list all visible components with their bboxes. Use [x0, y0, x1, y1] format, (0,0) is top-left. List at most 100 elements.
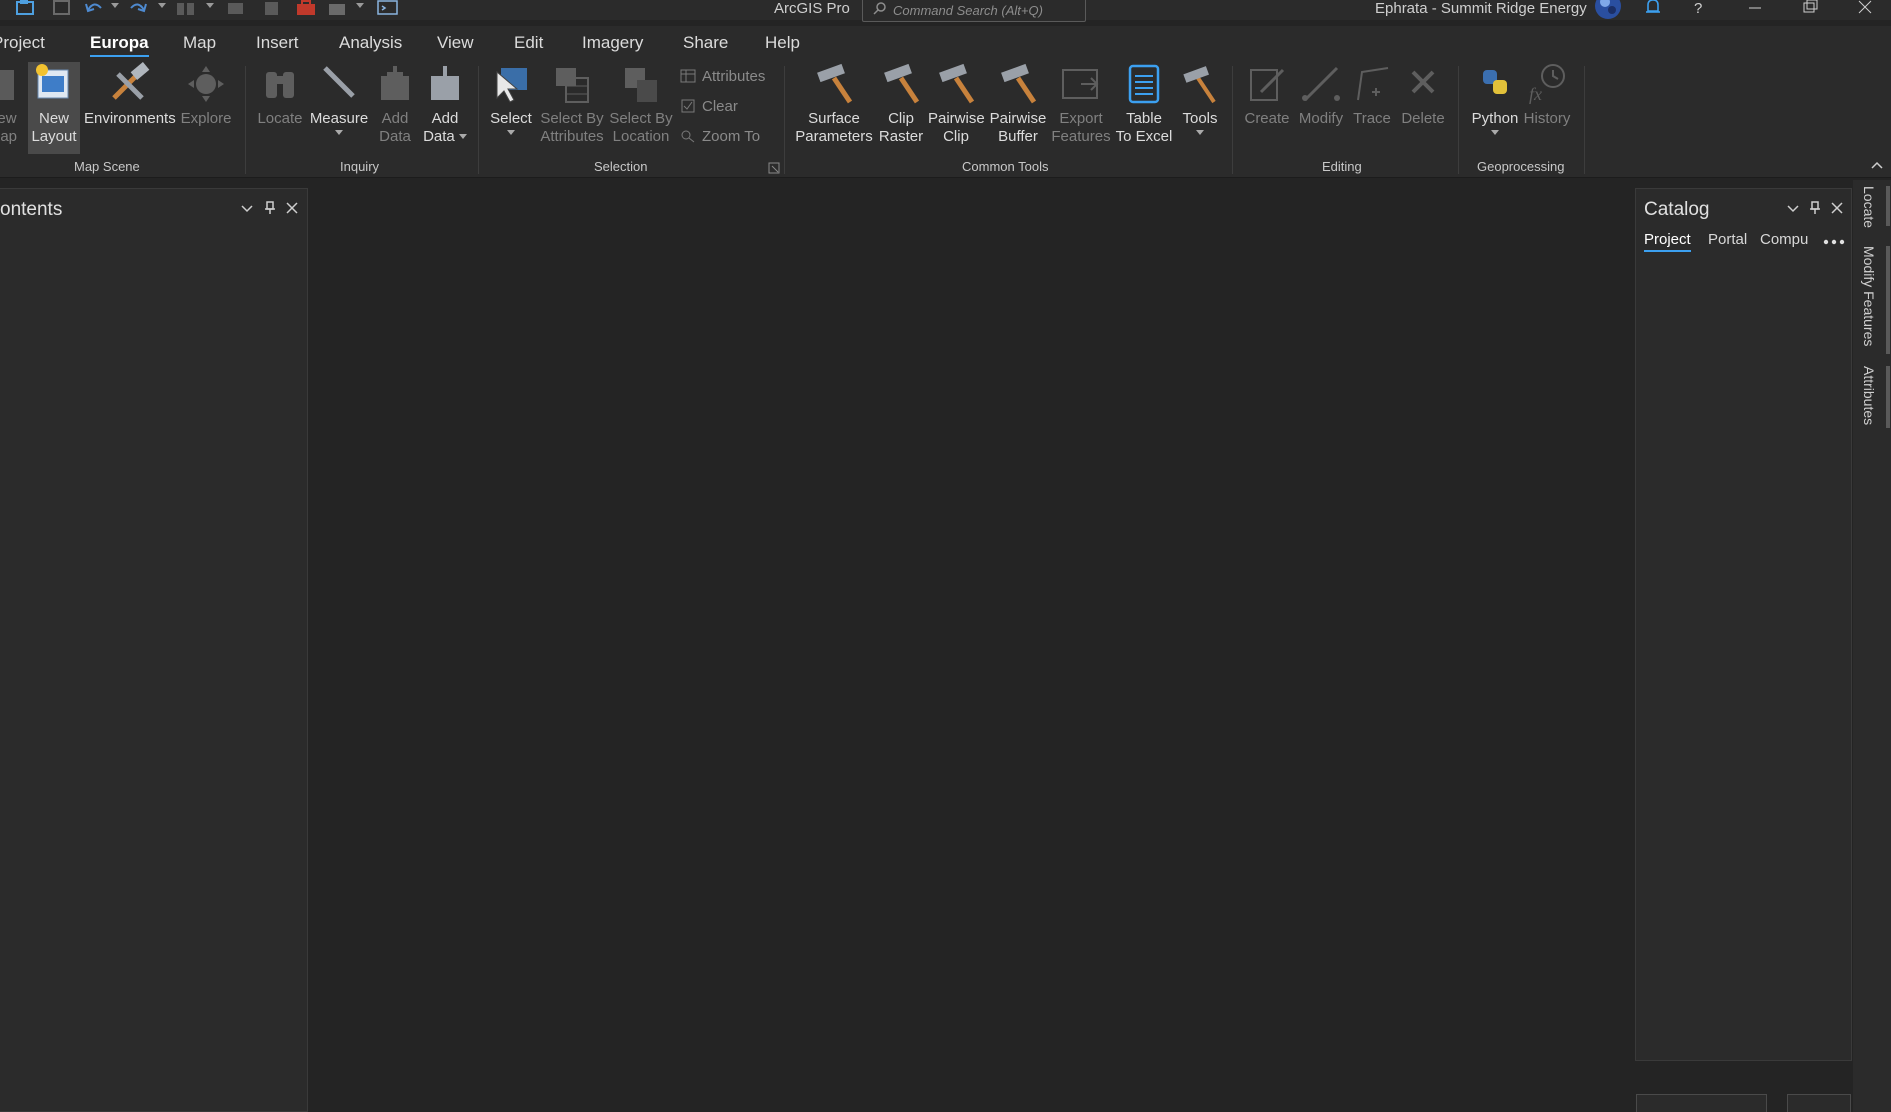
pairwise-buffer-label-2: Buffer — [998, 128, 1038, 145]
locate-button[interactable]: Locate — [254, 62, 306, 128]
title-bar: ArcGIS Pro Command Search (Alt+Q) Ephrat… — [0, 0, 1891, 22]
publish-dropdown-icon[interactable] — [356, 3, 364, 8]
explore-label: Explore — [180, 110, 232, 127]
clip-raster-button[interactable]: Clip Raster — [876, 62, 926, 146]
pin-icon[interactable] — [1808, 201, 1822, 215]
toolbox-icon[interactable] — [295, 0, 317, 16]
user-avatar[interactable] — [1593, 0, 1623, 22]
explore-button[interactable]: Explore — [178, 62, 234, 128]
new-map-icon — [0, 70, 14, 100]
catalog-tab-project[interactable]: Project — [1644, 231, 1691, 252]
trace-button[interactable]: Trace — [1350, 62, 1394, 128]
close-icon[interactable] — [285, 201, 299, 215]
group-label-map-scene: Map Scene — [74, 159, 140, 174]
measure-label: Measure — [309, 110, 369, 127]
attributes-button[interactable]: Attributes — [680, 68, 765, 85]
select-by-attributes-label-2: Attributes — [540, 128, 604, 145]
undo-icon[interactable] — [84, 0, 104, 16]
new-map-label-2: lap — [0, 128, 18, 145]
dock-tab-locate[interactable]: Locate — [1861, 186, 1877, 228]
dock-marker — [1886, 366, 1890, 428]
dock-tab-attributes[interactable]: Attributes — [1861, 366, 1877, 425]
svg-text:?: ? — [1694, 0, 1702, 17]
dialog-launcher-icon[interactable] — [768, 162, 780, 174]
export-features-label-2: Features — [1051, 128, 1111, 145]
bell-icon[interactable] — [1643, 0, 1663, 18]
close-window-icon[interactable] — [1845, 0, 1885, 18]
history-icon: fx — [1529, 64, 1565, 104]
chevron-down-icon[interactable] — [1786, 201, 1800, 215]
qat-dropdown-icon[interactable] — [206, 3, 214, 8]
pairwise-clip-button[interactable]: Pairwise Clip — [928, 62, 985, 146]
tab-edit[interactable]: Edit — [514, 33, 543, 53]
tab-share[interactable]: Share — [683, 33, 728, 53]
ribbon-tabs: Project Europa Map Insert Analysis View … — [0, 26, 1891, 58]
binoculars-icon[interactable] — [175, 0, 197, 16]
map-view-area[interactable] — [309, 180, 1635, 1112]
clear-button[interactable]: Clear — [680, 98, 738, 115]
tab-project[interactable]: Project — [0, 33, 45, 53]
new-layout-icon — [36, 64, 69, 99]
python-icon — [1483, 70, 1507, 94]
help-icon[interactable]: ? — [1691, 0, 1705, 18]
minimize-icon[interactable] — [1735, 0, 1775, 18]
close-icon[interactable] — [1830, 201, 1844, 215]
add-data-button-1[interactable]: Add Data — [374, 62, 416, 146]
tools-icon — [1183, 66, 1216, 104]
tab-analysis[interactable]: Analysis — [339, 33, 402, 53]
tab-map[interactable]: Map — [183, 33, 216, 53]
tab-europa[interactable]: Europa — [90, 33, 149, 57]
select-icon — [496, 68, 527, 103]
create-button[interactable]: Create — [1242, 62, 1292, 128]
undo-dropdown-icon[interactable] — [111, 3, 119, 8]
group-separator — [478, 66, 479, 174]
catalog-tab-portal[interactable]: Portal — [1708, 231, 1747, 248]
more-options-icon[interactable] — [1823, 239, 1845, 245]
create-label: Create — [1244, 110, 1290, 127]
new-map-button[interactable]: ew lap — [0, 62, 20, 146]
select-by-location-button[interactable]: Select By Location — [608, 62, 674, 146]
history-button[interactable]: fx History — [1522, 62, 1572, 128]
tab-help[interactable]: Help — [765, 33, 800, 53]
python-window-icon[interactable] — [377, 0, 399, 16]
zoom-to-label: Zoom To — [702, 128, 761, 145]
redo-icon[interactable] — [128, 0, 148, 16]
chevron-down-icon[interactable] — [240, 201, 254, 215]
delete-button[interactable]: Delete — [1396, 62, 1450, 128]
dock-tab-modify-features[interactable]: Modify Features — [1861, 246, 1877, 346]
catalog-pane: Catalog Project Portal Compu — [1635, 188, 1852, 1061]
select-by-attributes-button[interactable]: Select By Attributes — [538, 62, 606, 146]
publish-icon[interactable] — [327, 0, 349, 16]
redo-dropdown-icon[interactable] — [158, 3, 166, 8]
command-search-input[interactable]: Command Search (Alt+Q) — [862, 0, 1086, 22]
group-separator — [1584, 66, 1585, 174]
select-button[interactable]: Select — [486, 62, 536, 135]
clear-icon — [681, 99, 695, 113]
collapse-ribbon-icon[interactable] — [1870, 160, 1884, 170]
share-icon[interactable] — [262, 0, 282, 16]
environments-button[interactable]: Environments — [84, 62, 176, 128]
trace-icon — [1357, 67, 1389, 101]
tab-view[interactable]: View — [437, 33, 474, 53]
modify-button[interactable]: Modify — [1294, 62, 1348, 128]
open-project-icon[interactable] — [16, 0, 36, 16]
pairwise-buffer-button[interactable]: Pairwise Buffer — [988, 62, 1048, 146]
table-to-excel-button[interactable]: Table To Excel — [1114, 62, 1174, 146]
zoom-to-button[interactable]: Zoom To — [680, 128, 760, 145]
search-icon — [873, 2, 886, 15]
catalog-bottom-tab[interactable] — [1787, 1094, 1851, 1112]
print-icon[interactable] — [226, 0, 246, 16]
export-features-button[interactable]: Export Features — [1050, 62, 1112, 146]
contents-pane: ontents — [0, 188, 308, 1112]
tab-insert[interactable]: Insert — [256, 33, 299, 53]
pin-icon[interactable] — [263, 201, 277, 215]
new-layout-button[interactable]: New Layout — [28, 62, 80, 154]
tab-imagery[interactable]: Imagery — [582, 33, 643, 53]
attributes-label: Attributes — [702, 68, 766, 85]
save-icon[interactable] — [52, 0, 72, 16]
surface-parameters-button[interactable]: Surface Parameters — [794, 62, 874, 146]
catalog-bottom-tab[interactable] — [1636, 1094, 1767, 1112]
new-layout-label-1: New — [38, 110, 69, 127]
restore-icon[interactable] — [1790, 0, 1830, 18]
catalog-tab-computer[interactable]: Compu — [1760, 231, 1810, 248]
